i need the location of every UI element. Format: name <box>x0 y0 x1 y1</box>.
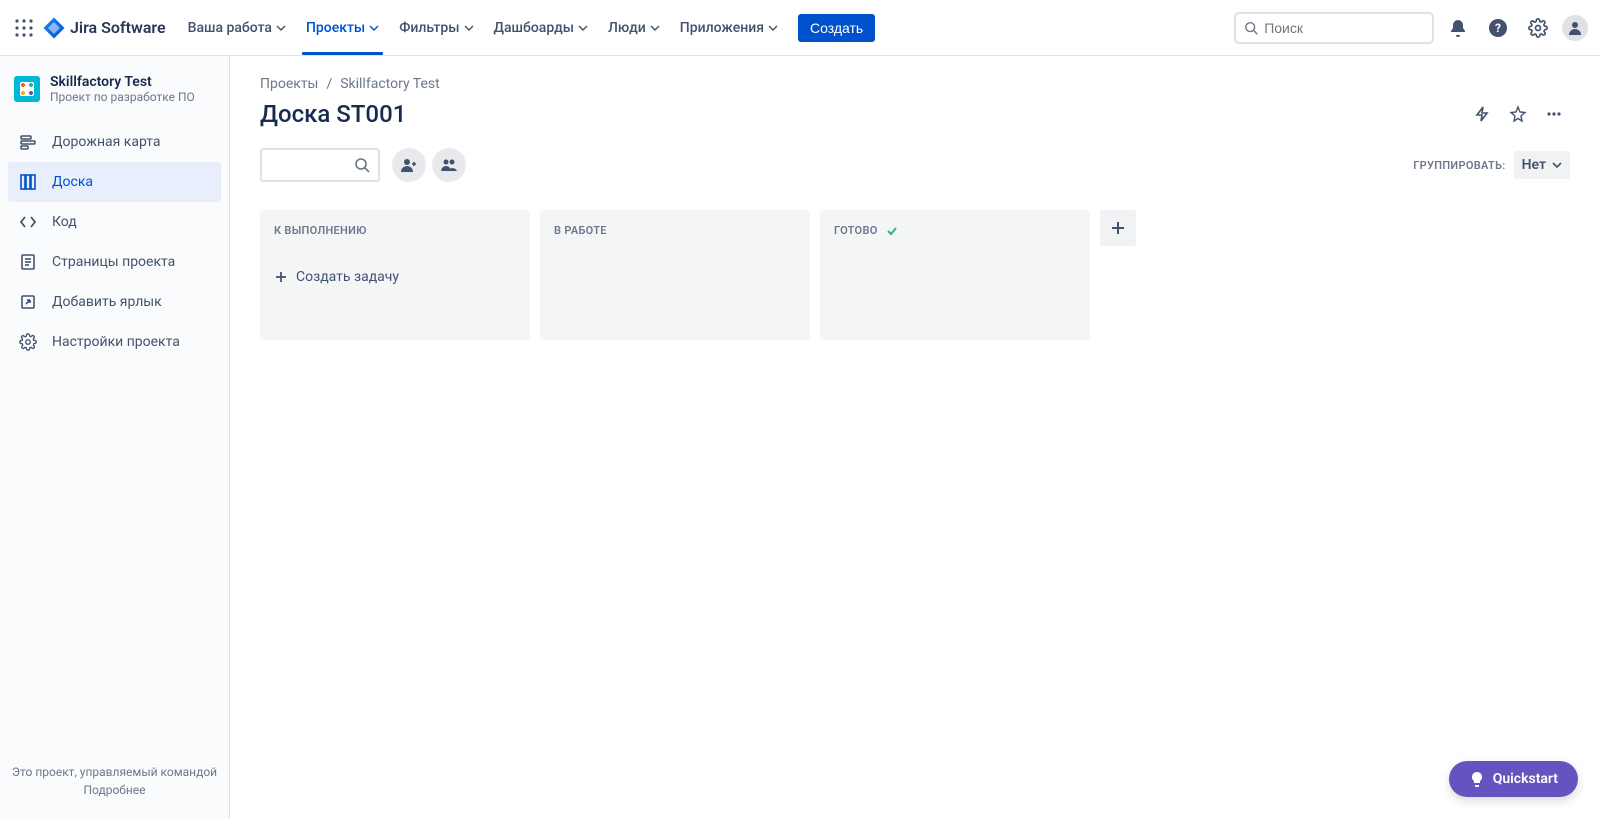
group-by-value: Нет <box>1522 157 1546 173</box>
column-done[interactable]: ГОТОВО <box>820 210 1090 340</box>
column-header: К ВЫПОЛНЕНИЮ <box>270 222 520 243</box>
column-title: В РАБОТЕ <box>554 224 607 237</box>
sidebar-item-label: Добавить ярлык <box>52 294 162 310</box>
page-actions <box>1466 98 1570 130</box>
sidebar-item-label: Доска <box>52 174 93 190</box>
sidebar-item-label: Страницы проекта <box>52 254 175 270</box>
top-navigation: Jira Software Ваша работа Проекты Фильтр… <box>0 0 1600 56</box>
topnav-left: Jira Software Ваша работа Проекты Фильтр… <box>12 0 875 55</box>
nav-dashboards[interactable]: Дашбоарды <box>484 0 599 55</box>
breadcrumb-projects[interactable]: Проекты <box>260 76 318 92</box>
footer-learn-more[interactable]: Подробнее <box>10 783 219 797</box>
column-in-progress[interactable]: В РАБОТЕ <box>540 210 810 340</box>
nav-items: Ваша работа Проекты Фильтры Дашбоарды Лю… <box>178 0 788 55</box>
check-icon <box>886 225 898 237</box>
project-header: Skillfactory Test Проект по разработке П… <box>0 74 229 122</box>
sidebar-item-label: Код <box>52 214 77 230</box>
column-header: ГОТОВО <box>830 222 1080 243</box>
nav-people[interactable]: Люди <box>598 0 670 55</box>
create-issue-button[interactable]: Создать задачу <box>270 263 520 291</box>
chevron-down-icon <box>464 23 474 33</box>
column-title: К ВЫПОЛНЕНИЮ <box>274 224 367 237</box>
sidebar: Skillfactory Test Проект по разработке П… <box>0 56 230 819</box>
notifications-icon[interactable] <box>1442 12 1474 44</box>
nav-projects[interactable]: Проекты <box>296 0 389 55</box>
chevron-down-icon <box>650 23 660 33</box>
plus-icon <box>1110 220 1126 236</box>
board: К ВЫПОЛНЕНИЮ Создать задачу В РАБОТЕ ГОТ… <box>260 210 1570 340</box>
sidebar-item-shortcut[interactable]: Добавить ярлык <box>8 282 221 322</box>
column-title: ГОТОВО <box>834 224 878 237</box>
sidebar-item-pages[interactable]: Страницы проекта <box>8 242 221 282</box>
project-type: Проект по разработке ПО <box>50 90 195 104</box>
breadcrumb: Проекты / Skillfactory Test <box>260 76 1570 92</box>
project-avatar-icon <box>14 76 40 102</box>
column-header: В РАБОТЕ <box>550 222 800 243</box>
sidebar-item-board[interactable]: Доска <box>8 162 221 202</box>
chevron-down-icon <box>768 23 778 33</box>
sidebar-item-label: Настройки проекта <box>52 334 180 350</box>
more-icon[interactable] <box>1538 98 1570 130</box>
search-input[interactable] <box>1264 20 1424 36</box>
svg-text:?: ? <box>1495 21 1501 35</box>
footer-text: Это проект, управляемый командой <box>10 765 219 779</box>
help-icon[interactable]: ? <box>1482 12 1514 44</box>
quickstart-label: Quickstart <box>1493 771 1558 787</box>
chevron-down-icon <box>369 23 379 33</box>
page-header: Доска ST001 <box>260 98 1570 130</box>
page-body: Skillfactory Test Проект по разработке П… <box>0 56 1600 819</box>
nav-your-work[interactable]: Ваша работа <box>178 0 296 55</box>
group-avatar-button[interactable] <box>432 148 466 182</box>
chevron-down-icon <box>578 23 588 33</box>
page-title: Доска ST001 <box>260 100 406 128</box>
search-icon <box>1244 20 1258 36</box>
add-people-button[interactable] <box>392 148 426 182</box>
board-search[interactable] <box>260 148 380 182</box>
profile-avatar[interactable] <box>1562 15 1588 41</box>
topnav-right: ? <box>1234 12 1588 44</box>
jira-logo[interactable]: Jira Software <box>42 16 166 40</box>
sidebar-items: Дорожная карта Доска Код Страницы проект… <box>0 122 229 362</box>
group-by-label: ГРУППИРОВАТЬ: <box>1413 159 1505 172</box>
quickstart-button[interactable]: Quickstart <box>1449 761 1578 797</box>
chevron-down-icon <box>1552 160 1562 170</box>
column-todo[interactable]: К ВЫПОЛНЕНИЮ Создать задачу <box>260 210 530 340</box>
settings-icon[interactable] <box>1522 12 1554 44</box>
automation-icon[interactable] <box>1466 98 1498 130</box>
roadmap-icon <box>18 133 38 151</box>
sidebar-item-settings[interactable]: Настройки проекта <box>8 322 221 362</box>
add-column-button[interactable] <box>1100 210 1136 246</box>
main-content: Проекты / Skillfactory Test Доска ST001 <box>230 56 1600 819</box>
breadcrumb-project-name[interactable]: Skillfactory Test <box>340 76 439 92</box>
search-icon <box>354 157 370 173</box>
shortcut-icon <box>18 293 38 311</box>
plus-icon <box>274 270 288 284</box>
code-icon <box>18 213 38 231</box>
create-button[interactable]: Создать <box>798 14 875 42</box>
sidebar-footer: Это проект, управляемый командой Подробн… <box>0 753 229 819</box>
app-switcher-icon[interactable] <box>12 16 36 40</box>
breadcrumb-separator: / <box>326 76 332 92</box>
create-issue-label: Создать задачу <box>296 269 399 285</box>
nav-apps[interactable]: Приложения <box>670 0 788 55</box>
page-icon <box>18 253 38 271</box>
sidebar-item-label: Дорожная карта <box>52 134 161 150</box>
global-search[interactable] <box>1234 12 1434 44</box>
product-name: Jira Software <box>70 18 166 37</box>
project-name: Skillfactory Test <box>50 74 195 90</box>
filter-row: ГРУППИРОВАТЬ: Нет <box>260 148 1570 182</box>
group-by: ГРУППИРОВАТЬ: Нет <box>1413 151 1570 179</box>
gear-icon <box>18 333 38 351</box>
sidebar-item-roadmap[interactable]: Дорожная карта <box>8 122 221 162</box>
star-icon[interactable] <box>1502 98 1534 130</box>
chevron-down-icon <box>276 23 286 33</box>
nav-filters[interactable]: Фильтры <box>389 0 483 55</box>
group-by-select[interactable]: Нет <box>1514 151 1570 179</box>
sidebar-item-code[interactable]: Код <box>8 202 221 242</box>
board-icon <box>18 173 38 191</box>
lightbulb-icon <box>1469 771 1485 787</box>
